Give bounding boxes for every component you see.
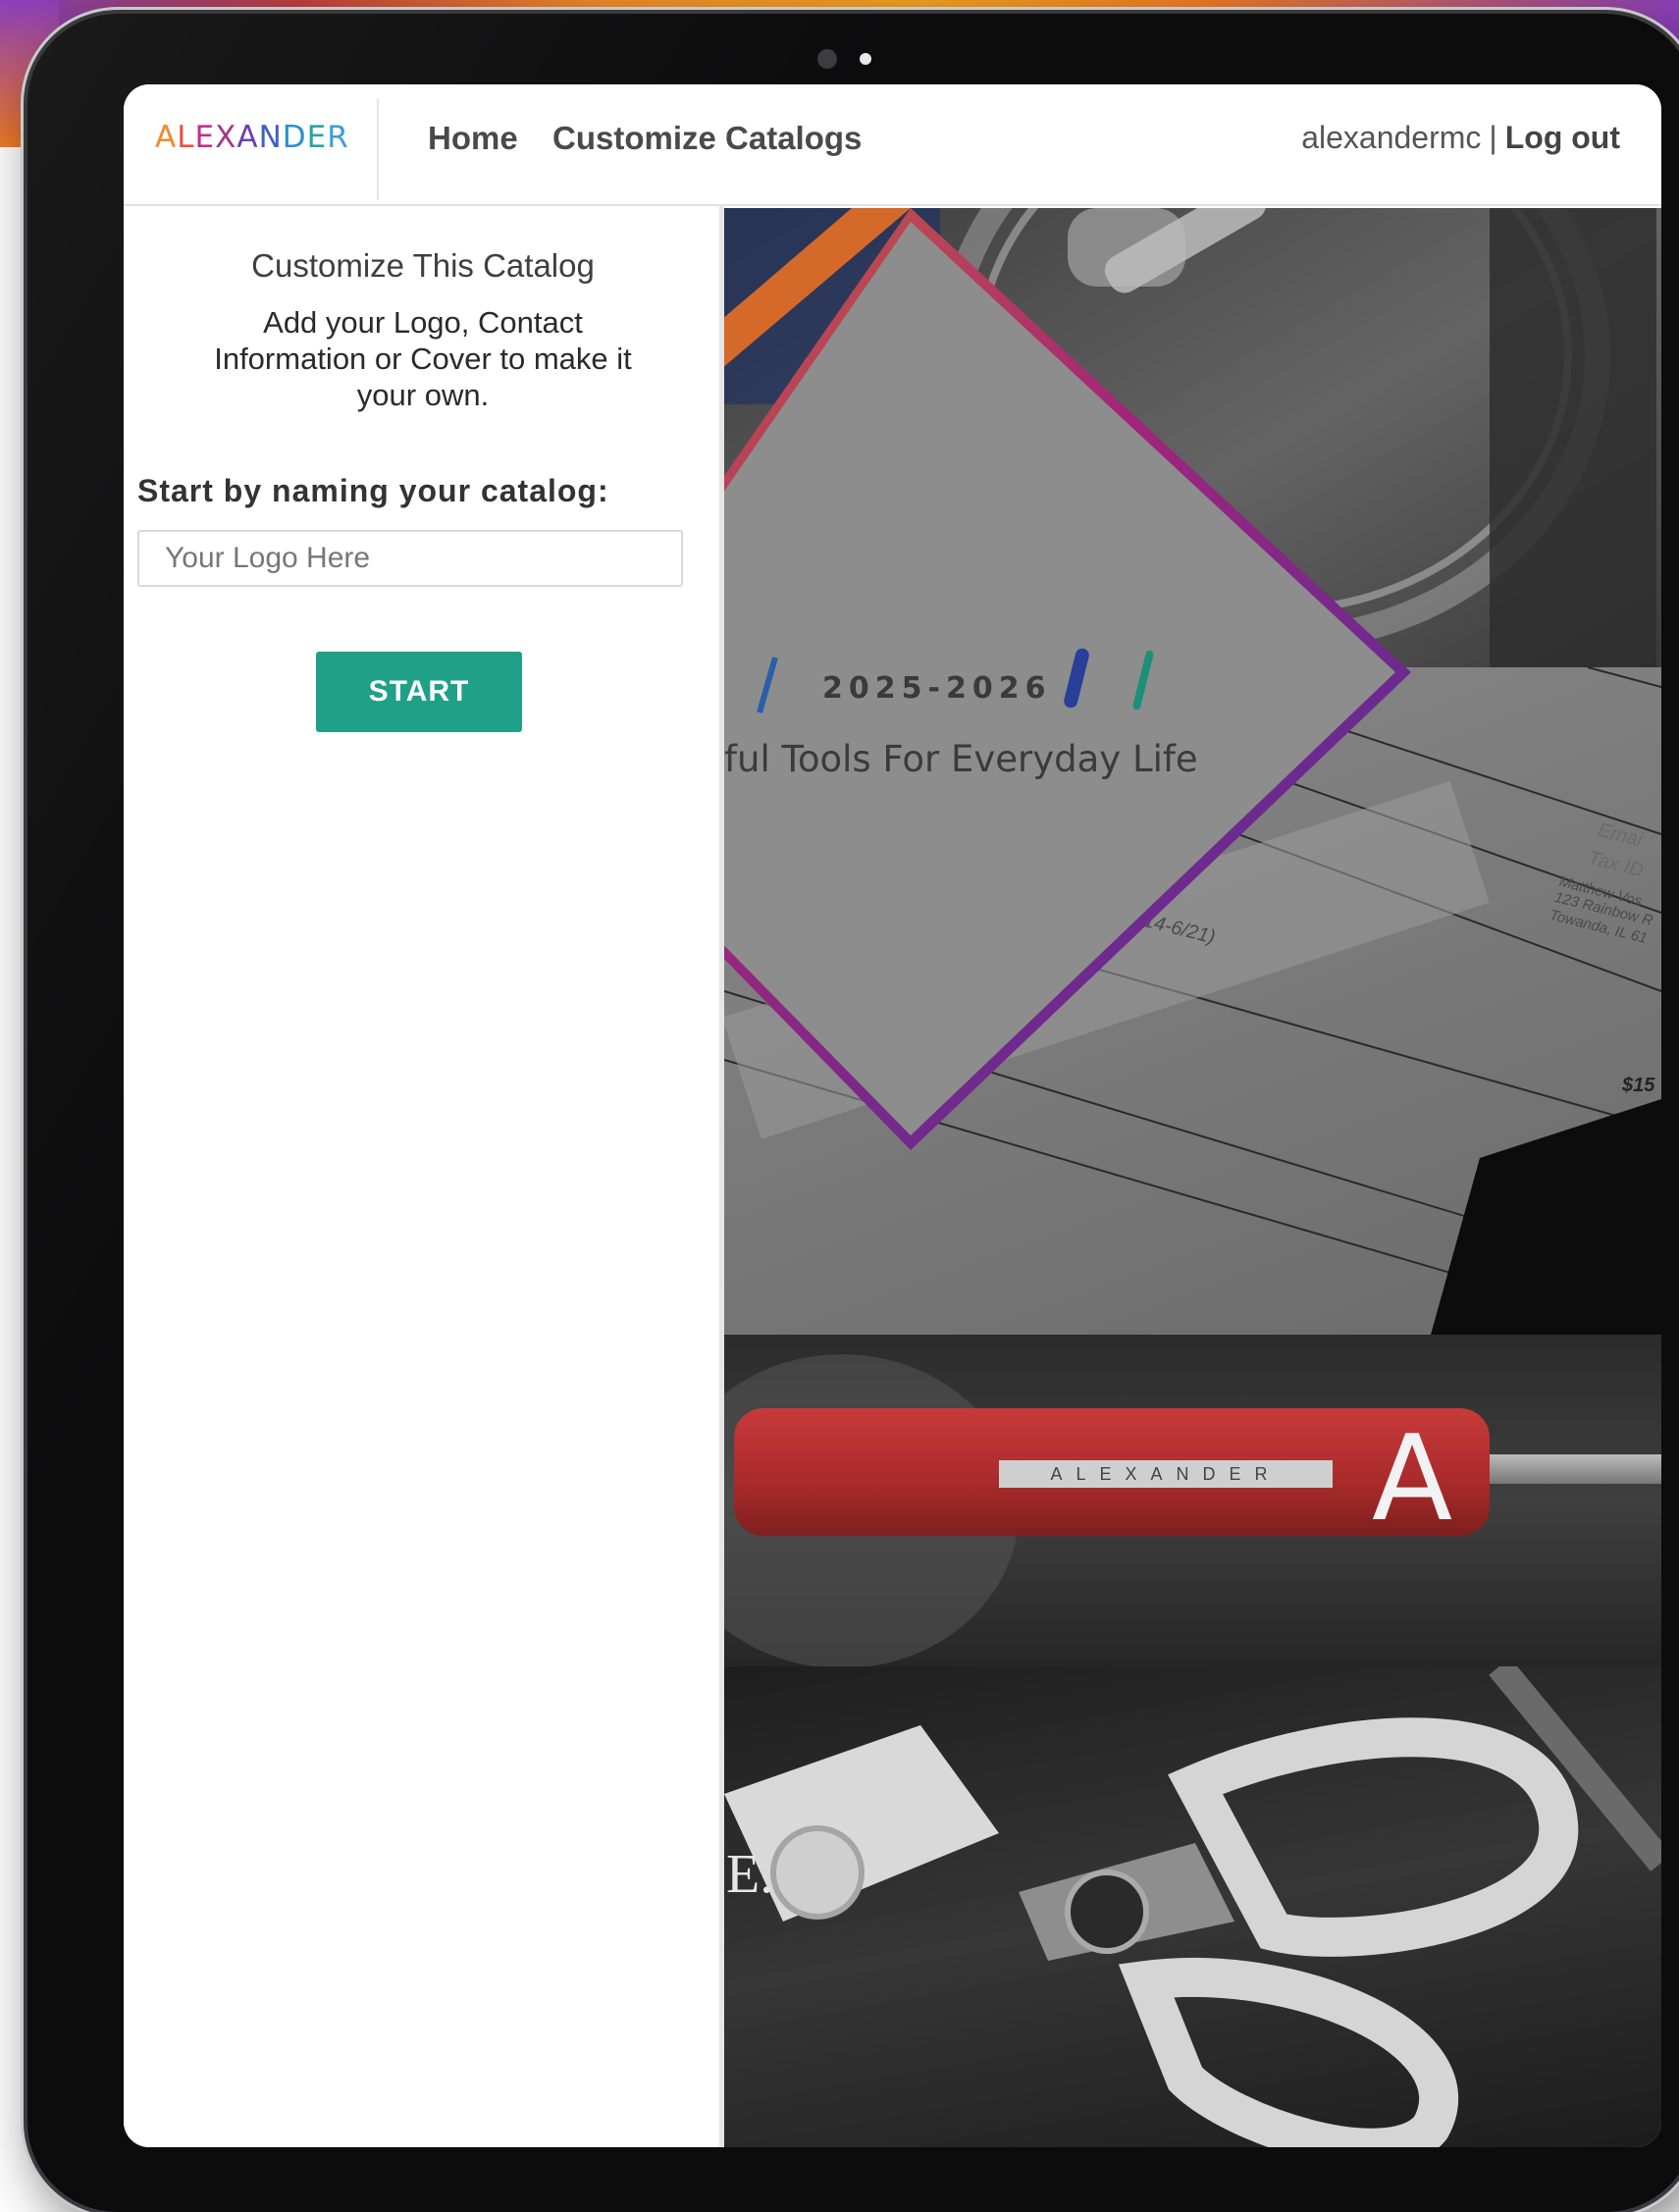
logo-letter: E — [306, 120, 328, 155]
user-separator: | — [1489, 120, 1497, 155]
catalog-name-input[interactable] — [137, 530, 683, 587]
top-navbar: ALEXANDER Home Customize Catalogs alexan… — [124, 84, 1661, 206]
cover-tagline: ful Tools For Everyday Life — [724, 738, 1198, 780]
nav-divider — [377, 98, 379, 200]
logo-letter: L — [177, 120, 195, 155]
catalog-preview: 1" (6/14-6/21) Emai Tax ID Matthew Vos 1… — [724, 208, 1661, 2147]
cover-year: 2025-2026 — [822, 671, 1052, 706]
username-label: alexandermc — [1301, 120, 1482, 155]
logout-link[interactable]: Log out — [1505, 120, 1620, 155]
tablet-screen: ALEXANDER Home Customize Catalogs alexan… — [124, 84, 1661, 2147]
sidebar-title: Customize This Catalog — [251, 247, 595, 284]
logo-letter: E — [194, 120, 216, 155]
logo-letter: R — [327, 120, 349, 155]
preview-tile-screwdriver: ALEXANDER A — [724, 1335, 1661, 1666]
alexander-logo[interactable]: ALEXANDER — [155, 120, 349, 155]
scissors-brand-mark: E. — [726, 1844, 774, 1905]
preview-tile-scissors: E. — [724, 1666, 1661, 2147]
logo-letter: A — [155, 120, 178, 155]
catalog-cover[interactable]: 2025-2026 ful Tools For Everyday Life — [724, 208, 1661, 1189]
start-button[interactable]: START — [316, 652, 522, 732]
screwdriver-engraving: ALEXANDER — [999, 1460, 1333, 1488]
screwdriver-logo-icon: A — [1372, 1411, 1453, 1548]
sidebar-description: Add your Logo, Contact Information or Co… — [214, 305, 632, 412]
scissors-photo — [724, 1666, 1661, 2147]
screwdriver-shaft — [1490, 1454, 1661, 1484]
logo-letter: D — [282, 120, 307, 155]
catalog-name-label: Start by naming your catalog: — [137, 473, 609, 508]
nav-home-link[interactable]: Home — [428, 120, 518, 157]
front-camera — [817, 49, 837, 69]
customize-sidebar: Customize This Catalog Add your Logo, Co… — [124, 206, 724, 2147]
nav-customize-catalogs-link[interactable]: Customize Catalogs — [552, 120, 862, 157]
user-area: alexandermc | Log out — [1301, 120, 1620, 156]
logo-letter: N — [258, 120, 283, 155]
logo-letter: A — [236, 120, 259, 155]
tablet-frame: ALEXANDER Home Customize Catalogs alexan… — [27, 14, 1679, 2212]
logo-letter: X — [215, 120, 237, 155]
camera-sensor — [860, 53, 871, 65]
